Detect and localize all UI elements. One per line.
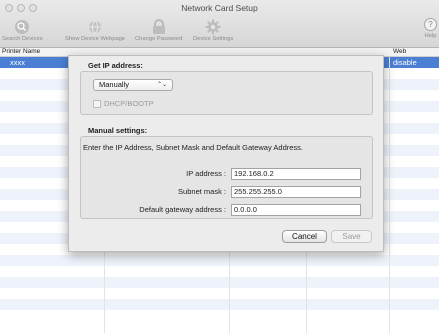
show-device-webpage-label: Show Device Webpage bbox=[65, 36, 126, 42]
table-row[interactable] bbox=[0, 266, 439, 277]
default-gateway-field[interactable]: 0.0.0.0 bbox=[231, 204, 361, 216]
dhcp-bootp-checkbox[interactable]: DHCP/BOOTP bbox=[93, 99, 154, 108]
search-devices-label: Search Devices bbox=[2, 36, 43, 42]
gear-icon bbox=[205, 18, 222, 35]
change-password-label: Change Password bbox=[135, 36, 183, 42]
cancel-button[interactable]: Cancel bbox=[282, 230, 327, 243]
get-ip-address-label: Get IP address: bbox=[88, 61, 143, 70]
checkbox-box bbox=[93, 99, 101, 108]
web-cell: disable bbox=[393, 58, 417, 67]
default-gateway-label: Default gateway address : bbox=[139, 205, 226, 214]
manual-settings-label: Manual settings: bbox=[88, 126, 148, 135]
column-header-web[interactable]: Web bbox=[393, 48, 406, 55]
chevron-up-down-icon: ⌃⌄ bbox=[156, 82, 167, 88]
lock-icon bbox=[150, 18, 167, 35]
title-bar: Network Card Setup Search Devices Show D… bbox=[0, 0, 439, 48]
globe-icon bbox=[87, 18, 104, 35]
search-devices-button[interactable]: Search Devices bbox=[2, 18, 43, 46]
manual-settings-description: Enter the IP Address, Subnet Mask and De… bbox=[83, 143, 303, 152]
table-row[interactable] bbox=[0, 310, 439, 321]
get-ip-address-group: Manually ⌃⌄ DHCP/BOOTP bbox=[80, 71, 373, 115]
ip-method-value: Manually bbox=[99, 80, 130, 89]
dhcp-bootp-label: DHCP/BOOTP bbox=[104, 99, 154, 108]
printer-name-cell: xxxx bbox=[10, 58, 25, 67]
device-settings-label: Device Settings bbox=[193, 36, 234, 42]
help-button[interactable]: ? Help bbox=[424, 18, 437, 39]
table-row[interactable] bbox=[0, 299, 439, 310]
table-row[interactable] bbox=[0, 277, 439, 288]
help-icon: ? bbox=[424, 18, 437, 31]
network-settings-sheet: Get IP address: Manually ⌃⌄ DHCP/BOOTP M… bbox=[68, 55, 384, 252]
subnet-mask-label: Subnet mask : bbox=[178, 187, 226, 196]
ip-method-select[interactable]: Manually ⌃⌄ bbox=[93, 79, 173, 91]
table-row[interactable] bbox=[0, 288, 439, 299]
ip-address-field[interactable]: 192.168.0.2 bbox=[231, 168, 361, 180]
window-title: Network Card Setup bbox=[181, 3, 258, 13]
column-header-printer-name[interactable]: Printer Name bbox=[2, 48, 40, 55]
change-password-button[interactable]: Change Password bbox=[135, 18, 182, 46]
ip-address-label: IP address : bbox=[186, 169, 226, 178]
column-divider bbox=[389, 57, 390, 333]
show-device-webpage-button[interactable]: Show Device Webpage bbox=[65, 18, 125, 46]
help-label: Help bbox=[424, 33, 437, 39]
subnet-mask-field[interactable]: 255.255.255.0 bbox=[231, 186, 361, 198]
save-button[interactable]: Save bbox=[331, 230, 372, 243]
search-icon bbox=[14, 18, 31, 35]
table-row[interactable] bbox=[0, 255, 439, 266]
device-settings-button[interactable]: Device Settings bbox=[193, 18, 233, 46]
